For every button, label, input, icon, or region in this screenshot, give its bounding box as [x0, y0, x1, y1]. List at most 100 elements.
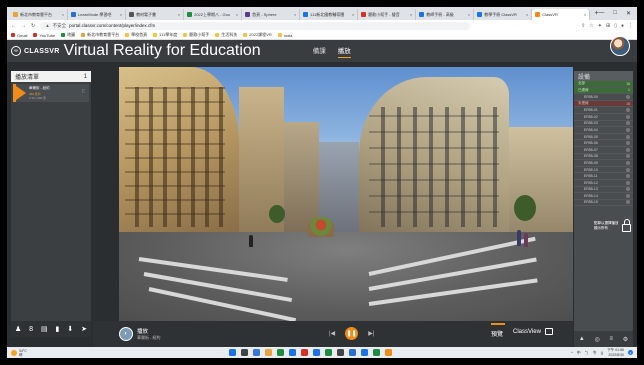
- unlock-icon[interactable]: [621, 219, 631, 232]
- maximize-button[interactable]: □: [613, 10, 617, 17]
- device-row[interactable]: ER55-06: [574, 140, 633, 147]
- save-icon[interactable]: ▤: [41, 325, 48, 333]
- tab-close-icon[interactable]: ×: [352, 12, 354, 17]
- tray-icon[interactable]: 中: [577, 350, 581, 356]
- classview-toggle[interactable]: ClassView: [513, 329, 541, 335]
- next-icon[interactable]: ▶|: [368, 330, 374, 337]
- classvr-logo[interactable]: ∞ CLASSVR: [11, 46, 60, 56]
- sidebar-icon[interactable]: ▯: [614, 23, 617, 29]
- bookmark-item[interactable]: 111學年度: [153, 32, 177, 38]
- minimize-button[interactable]: —: [598, 10, 604, 17]
- browser-tab[interactable]: LearnMode 學習吧 ×: [68, 9, 127, 20]
- tab-close-icon[interactable]: ×: [178, 12, 180, 17]
- taskbar-app-icon[interactable]: [313, 349, 320, 356]
- browser-tab[interactable]: ClassVR ×: [532, 9, 591, 20]
- previous-icon[interactable]: |◀: [329, 330, 335, 337]
- taskbar-app-icon[interactable]: [229, 349, 236, 356]
- tab-close-icon[interactable]: ×: [236, 12, 238, 17]
- device-row[interactable]: ER55-08: [574, 154, 633, 161]
- bookmark-item[interactable]: Gmail: [11, 33, 27, 38]
- eject-icon[interactable]: ▲: [579, 336, 585, 342]
- tab-close-icon[interactable]: ×: [468, 12, 470, 17]
- device-row[interactable]: ER55-05: [574, 134, 633, 141]
- browser-tab[interactable]: 111新北國教輔導團 ×: [300, 9, 359, 20]
- device-group-row[interactable]: 未連線 15: [574, 100, 633, 108]
- share-icon[interactable]: ⇪: [581, 23, 585, 29]
- browser-tab[interactable]: 教師手冊 - 高級 ×: [416, 9, 475, 20]
- bookmark-item[interactable]: 學校首頁: [125, 32, 147, 38]
- tray-icon[interactable]: ^: [571, 350, 573, 355]
- tab-close-icon[interactable]: ×: [526, 12, 528, 17]
- device-row[interactable]: ER55-11: [574, 173, 633, 180]
- classview-icon[interactable]: [545, 328, 553, 335]
- taskbar-app-icon[interactable]: [325, 349, 332, 356]
- tab-close-icon[interactable]: ×: [120, 12, 122, 17]
- device-row[interactable]: ER55-00: [574, 94, 633, 101]
- taskbar-app-icon[interactable]: [361, 349, 368, 356]
- device-row[interactable]: ER55-02: [574, 114, 633, 121]
- delete-icon[interactable]: ▮: [56, 325, 60, 333]
- browser-tab[interactable]: 教學手冊 ClassVR ×: [474, 9, 533, 20]
- browser-tab[interactable]: 首頁 - Sphere ×: [242, 9, 301, 20]
- browser-tab[interactable]: 新北市教育雲平台 ×: [10, 9, 69, 20]
- bookmark-item[interactable]: YouTube: [33, 33, 55, 38]
- taskbar-app-icon[interactable]: [385, 349, 392, 356]
- panorama-viewer[interactable]: [119, 67, 573, 321]
- bookmark-item[interactable]: 聽歌小幫手: [183, 32, 209, 38]
- tray-icon[interactable]: 令: [593, 350, 597, 356]
- device-row[interactable]: ER55-13: [574, 187, 633, 194]
- url-field[interactable]: ▲ 不安全 portal.classvr.com/content/player/…: [40, 21, 471, 30]
- tray-icon[interactable]: ㄅ: [585, 350, 589, 356]
- forward-icon[interactable]: →: [21, 23, 26, 29]
- weather-widget[interactable]: 34°C 晴: [11, 349, 27, 357]
- close-window-button[interactable]: ✕: [626, 10, 631, 17]
- bookmark-item[interactable]: 地圖: [61, 32, 75, 38]
- target-icon[interactable]: ◎: [595, 336, 600, 343]
- tab-close-icon[interactable]: ×: [294, 12, 296, 17]
- extension-icon[interactable]: ✦: [598, 23, 602, 29]
- clock[interactable]: 下午 01:56 2022/8/30: [607, 348, 624, 357]
- taskbar-app-icon[interactable]: [373, 349, 380, 356]
- tab-close-icon[interactable]: ×: [410, 12, 412, 17]
- taskbar-app-icon[interactable]: [277, 349, 284, 356]
- device-row[interactable]: ER55-04: [574, 127, 633, 134]
- playlist-item[interactable]: 華爾街 - 紐約 360 影片 2:13 | 360 影 ⠿: [13, 84, 89, 102]
- preview-toggle[interactable]: 預覽: [491, 323, 506, 338]
- gear-icon[interactable]: ⚙: [623, 336, 628, 343]
- group-icon[interactable]: 8: [29, 326, 33, 333]
- device-row[interactable]: ER55-15: [574, 200, 633, 207]
- taskbar-app-icon[interactable]: [253, 349, 260, 356]
- bookmark-item[interactable]: 生活科技: [215, 32, 237, 38]
- reload-icon[interactable]: ↻: [31, 23, 35, 29]
- download-icon[interactable]: ⬇: [67, 325, 73, 333]
- tab-play[interactable]: 播放: [337, 45, 351, 58]
- browser-tab[interactable]: 教材電子書 ×: [126, 9, 185, 20]
- puzzle-icon[interactable]: ⊞: [606, 23, 610, 29]
- device-row[interactable]: ER55-01: [574, 107, 633, 114]
- device-row[interactable]: ER55-14: [574, 193, 633, 200]
- notification-badge[interactable]: 3: [628, 350, 633, 355]
- device-row[interactable]: ER55-12: [574, 180, 633, 187]
- user-avatar[interactable]: [610, 36, 630, 56]
- device-group-row[interactable]: 已連線 1: [574, 87, 633, 95]
- device-row[interactable]: ER55-07: [574, 147, 633, 154]
- tray-icon[interactable]: ((: [601, 350, 604, 355]
- taskbar-app-icon[interactable]: [337, 349, 344, 356]
- play-icon[interactable]: [16, 86, 26, 100]
- drag-handle-icon[interactable]: ⠿: [81, 89, 85, 95]
- device-group-row[interactable]: 全部 16: [574, 81, 633, 88]
- tab-prepare[interactable]: 備課: [313, 45, 326, 58]
- taskbar-app-icon[interactable]: [289, 349, 296, 356]
- device-row[interactable]: ER55-10: [574, 167, 633, 174]
- person-icon[interactable]: ♟: [15, 325, 21, 333]
- pause-button[interactable]: ❚❚: [345, 327, 359, 340]
- lock-overlay[interactable]: 點擊以選擇播放 顯示所有: [594, 211, 632, 241]
- taskbar-app-icon[interactable]: [265, 349, 272, 356]
- bookmark-item[interactable]: 2022課程VR: [243, 32, 272, 38]
- star-icon[interactable]: ☆: [589, 23, 593, 29]
- list-icon[interactable]: ≡: [610, 336, 614, 342]
- send-icon[interactable]: ➤: [81, 325, 87, 333]
- bookmark-item[interactable]: 新北市教育雲平台: [81, 32, 119, 38]
- tab-close-icon[interactable]: ×: [62, 12, 64, 17]
- browser-tab[interactable]: 2022上學期八 - Goo ×: [184, 9, 243, 20]
